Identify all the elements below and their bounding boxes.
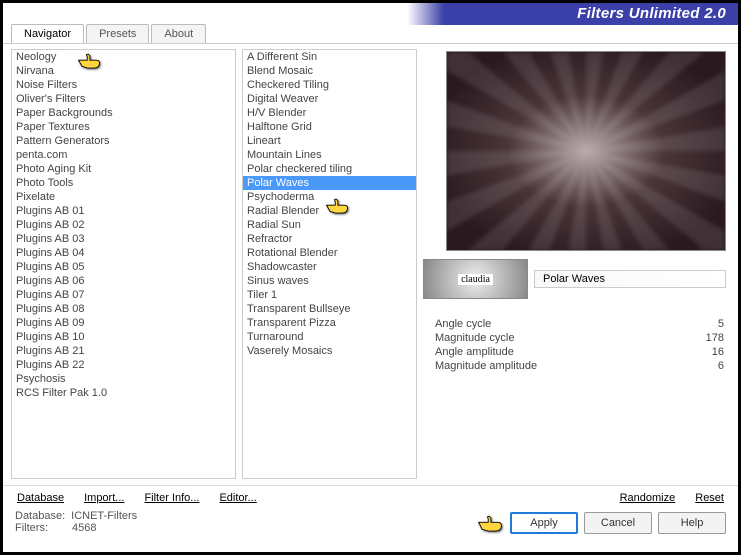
param-value: 5 [718,318,724,330]
param-label: Magnitude cycle [435,332,515,344]
filter-item[interactable]: H/V Blender [243,106,416,120]
param-label: Angle amplitude [435,346,514,358]
param-label: Magnitude amplitude [435,360,537,372]
category-item[interactable]: Plugins AB 03 [12,232,235,246]
filter-item[interactable]: Shadowcaster [243,260,416,274]
category-item[interactable]: Pattern Generators [12,134,235,148]
cancel-button[interactable]: Cancel [584,512,652,534]
filter-item[interactable]: Rotational Blender [243,246,416,260]
right-panel: claudia Polar Waves Angle cycle5Magnitud… [423,49,730,485]
category-list[interactable]: NeologyNirvanaNoise FiltersOliver's Filt… [11,49,236,479]
filter-item[interactable]: Transparent Pizza [243,316,416,330]
author-logo: claudia [423,259,528,299]
category-item[interactable]: Plugins AB 22 [12,358,235,372]
filter-item[interactable]: Vaserely Mosaics [243,344,416,358]
category-item[interactable]: Plugins AB 07 [12,288,235,302]
category-item[interactable]: Plugins AB 06 [12,274,235,288]
category-item[interactable]: Plugins AB 05 [12,260,235,274]
parameter-row[interactable]: Angle amplitude 16 [435,345,724,359]
parameter-row[interactable]: Magnitude cycle 178 [435,331,724,345]
status-filters-label: Filters: [15,522,48,534]
app-title: Filters Unlimited 2.0 [577,5,726,22]
category-item[interactable]: Paper Backgrounds [12,106,235,120]
filter-item[interactable]: Polar checkered tiling [243,162,416,176]
randomize-button[interactable]: Randomize [620,492,676,504]
filter-item[interactable]: Lineart [243,134,416,148]
category-item[interactable]: Plugins AB 01 [12,204,235,218]
filter-list[interactable]: A Different SinBlend MosaicCheckered Til… [242,49,417,479]
tab-navigator[interactable]: Navigator [11,24,84,43]
category-item[interactable]: Nirvana [12,64,235,78]
filter-item[interactable]: Halftone Grid [243,120,416,134]
category-item[interactable]: Neology [12,50,235,64]
help-button[interactable]: Help [658,512,726,534]
category-item[interactable]: Pixelate [12,190,235,204]
editor-button[interactable]: Editor... [219,492,256,504]
tab-about[interactable]: About [151,24,206,43]
category-item[interactable]: Plugins AB 02 [12,218,235,232]
filter-item[interactable]: Blend Mosaic [243,64,416,78]
filter-item[interactable]: Tiler 1 [243,288,416,302]
category-item[interactable]: Plugins AB 09 [12,316,235,330]
status-filters-value: 4568 [72,522,96,534]
parameter-row[interactable]: Angle cycle 5 [435,317,724,331]
status-block: Database: ICNET-Filters Filters: 4568 [15,510,137,534]
reset-button[interactable]: Reset [695,492,724,504]
main-content: NeologyNirvanaNoise FiltersOliver's Filt… [3,45,738,485]
link-toolbar: Database Import... Filter Info... Editor… [3,485,738,504]
pointer-icon [476,513,504,535]
filter-item[interactable]: A Different Sin [243,50,416,64]
category-item[interactable]: Psychosis [12,372,235,386]
filter-info-button[interactable]: Filter Info... [144,492,199,504]
filter-item[interactable]: Checkered Tiling [243,78,416,92]
param-label: Angle cycle [435,318,491,330]
category-item[interactable]: Plugins AB 04 [12,246,235,260]
category-item[interactable]: Oliver's Filters [12,92,235,106]
category-item[interactable]: Noise Filters [12,78,235,92]
database-button[interactable]: Database [17,492,64,504]
category-item[interactable]: Paper Textures [12,120,235,134]
import-button[interactable]: Import... [84,492,124,504]
bottom-bar: Database: ICNET-Filters Filters: 4568 Appl… [3,504,738,538]
param-value: 6 [718,360,724,372]
category-item[interactable]: Photo Aging Kit [12,162,235,176]
tab-strip: Navigator Presets About [3,24,738,44]
filter-item[interactable]: Refractor [243,232,416,246]
filter-header: claudia Polar Waves [423,259,730,299]
status-db-value: ICNET-Filters [71,510,137,522]
status-db-label: Database: [15,510,65,522]
filter-item[interactable]: Radial Blender [243,204,416,218]
filter-name-label: Polar Waves [534,270,726,288]
filter-item[interactable]: Digital Weaver [243,92,416,106]
category-item[interactable]: Plugins AB 21 [12,344,235,358]
category-item[interactable]: Photo Tools [12,176,235,190]
filter-item[interactable]: Mountain Lines [243,148,416,162]
category-item[interactable]: Plugins AB 08 [12,302,235,316]
filter-item[interactable]: Polar Waves [243,176,416,190]
filter-preview [446,51,726,251]
parameter-panel: Angle cycle5Magnitude cycle178Angle ampl… [423,317,730,373]
filter-item[interactable]: Sinus waves [243,274,416,288]
param-value: 178 [706,332,724,344]
category-item[interactable]: Plugins AB 10 [12,330,235,344]
filter-item[interactable]: Turnaround [243,330,416,344]
apply-button[interactable]: Apply [510,512,578,534]
parameter-row[interactable]: Magnitude amplitude 6 [435,359,724,373]
tab-presets[interactable]: Presets [86,24,149,43]
category-item[interactable]: RCS Filter Pak 1.0 [12,386,235,400]
filter-item[interactable]: Transparent Bullseye [243,302,416,316]
filter-item[interactable]: Radial Sun [243,218,416,232]
param-value: 16 [712,346,724,358]
category-item[interactable]: penta.com [12,148,235,162]
title-bar: Filters Unlimited 2.0 [3,3,738,25]
filter-item[interactable]: Psychoderma [243,190,416,204]
